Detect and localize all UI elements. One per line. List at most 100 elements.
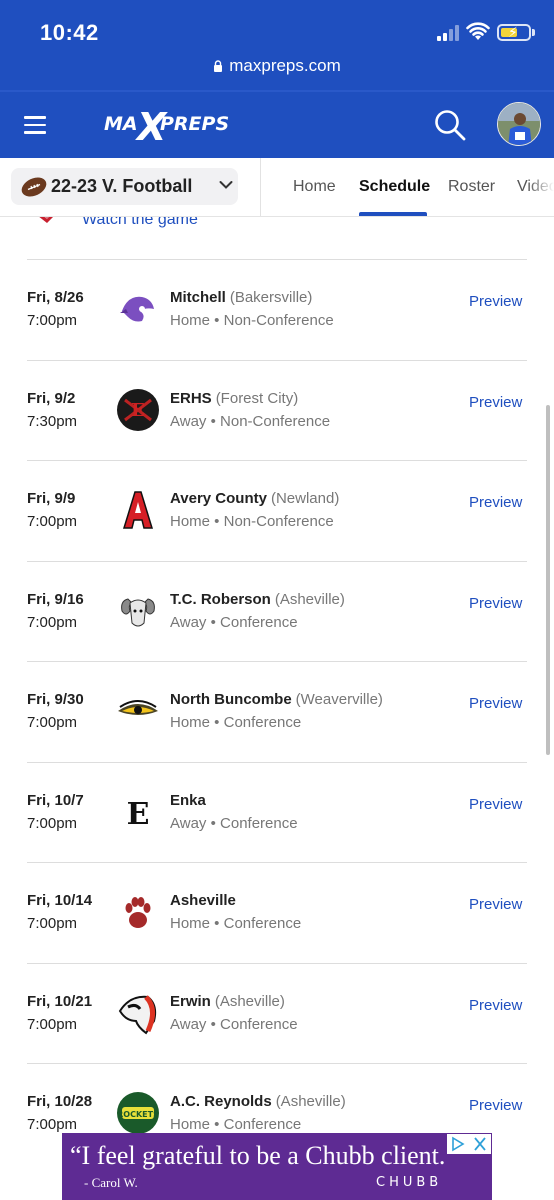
letter-e-logo-icon[interactable]: E (116, 790, 160, 834)
game-location: Home (170, 915, 211, 932)
opponent-city: (Forest City) (215, 390, 299, 407)
scrollbar[interactable] (546, 405, 550, 755)
preview-link[interactable]: Preview (469, 595, 522, 612)
wifi-icon (466, 22, 490, 40)
opponent-city: (Weaverville) (295, 691, 383, 708)
game-time: 7:00pm (27, 614, 78, 631)
opponent-name[interactable]: Asheville (170, 892, 236, 909)
opponent[interactable]: A.C. Reynolds (Asheville) (170, 1093, 346, 1110)
warrior-logo-icon[interactable] (116, 991, 160, 1035)
game-date: Fri, 9/16 (27, 591, 84, 608)
preview-link[interactable]: Preview (469, 796, 522, 813)
separator-dot: • (206, 1016, 221, 1033)
game-time: 7:00pm (27, 1016, 78, 1033)
opponent-city: (Newland) (270, 490, 340, 507)
game-location: Home (170, 1116, 211, 1133)
opponent-name[interactable]: Mitchell (170, 289, 226, 306)
opponent[interactable]: Mitchell (Bakersville) (170, 289, 312, 306)
url-text: maxpreps.com (229, 56, 341, 75)
game-row[interactable]: Fri, 8/26 7:00pm Mitchell (Bakersville) Home… (0, 259, 554, 359)
mountaineer-logo-icon[interactable] (116, 287, 160, 331)
erhs-logo-icon[interactable]: E (116, 388, 160, 432)
game-time: 7:00pm (27, 714, 78, 731)
game-type: Conference (220, 815, 298, 832)
game-info: Away • Conference (170, 815, 298, 832)
opponent[interactable]: Asheville (170, 892, 236, 909)
opponent-name[interactable]: North Buncombe (170, 691, 292, 708)
search-icon[interactable] (434, 109, 466, 141)
opponent[interactable]: T.C. Roberson (Asheville) (170, 591, 345, 608)
tab-schedule[interactable]: Schedule (359, 178, 430, 196)
opponent-city: (Asheville) (274, 591, 345, 608)
maxpreps-logo[interactable]: MA X PREPS (104, 104, 234, 148)
preview-link[interactable]: Preview (469, 997, 522, 1014)
ad-quote: “I feel grateful to be a Chubb client. (70, 1141, 446, 1170)
preview-link[interactable]: Preview (469, 494, 522, 511)
status-time: 10:42 (40, 20, 99, 45)
opponent[interactable]: Erwin (Asheville) (170, 993, 285, 1010)
preview-link[interactable]: Preview (469, 394, 522, 411)
game-row[interactable]: Fri, 9/2 7:30pm E ERHS (Forest City) Away • N… (0, 360, 554, 460)
opponent-city: (Bakersville) (229, 289, 313, 306)
svg-text:PREPS: PREPS (160, 113, 229, 135)
game-row[interactable]: Fri, 9/9 7:00pm Avery County (Newland) Home … (0, 460, 554, 560)
preview-link[interactable]: Preview (469, 293, 522, 310)
game-row[interactable]: Fri, 9/30 7:00pm North Buncombe (Weavervill… (0, 661, 554, 761)
game-info: Home • Conference (170, 1116, 301, 1133)
separator-dot: • (210, 714, 224, 731)
game-type: Conference (223, 915, 302, 932)
tab-home[interactable]: Home (293, 178, 336, 196)
opponent-name[interactable]: Enka (170, 792, 206, 809)
game-location: Home (170, 312, 211, 329)
opponent[interactable]: ERHS (Forest City) (170, 390, 298, 407)
separator-dot: • (210, 1116, 224, 1133)
game-row[interactable]: Fri, 10/21 7:00pm Erwin (Asheville) Away • C… (0, 963, 554, 1063)
url-bar[interactable]: maxpreps.com (0, 56, 554, 76)
opponent-name[interactable]: A.C. Reynolds (170, 1093, 272, 1110)
game-date: Fri, 9/9 (27, 490, 76, 507)
hawkeye-logo-icon[interactable] (116, 689, 160, 733)
game-row[interactable]: Fri, 10/14 7:00pm Asheville Home • Conferen… (0, 862, 554, 962)
hamburger-menu-icon[interactable] (24, 116, 46, 134)
opponent[interactable]: Avery County (Newland) (170, 490, 339, 507)
game-row[interactable]: Fri, 9/16 7:00pm T.C. Roberson (Asheville) A… (0, 561, 554, 661)
opponent-name[interactable]: ERHS (170, 390, 212, 407)
opponent-name[interactable]: Erwin (170, 993, 211, 1010)
separator-dot: • (206, 413, 221, 430)
game-info: Away • Conference (170, 1016, 298, 1033)
svg-text:E: E (131, 400, 145, 421)
team-season-dropdown[interactable]: 22-23 V. Football (11, 168, 238, 205)
opponent-name[interactable]: Avery County (170, 490, 267, 507)
divider (260, 158, 261, 216)
rockets-logo-icon[interactable]: ROCKETS (116, 1091, 160, 1135)
opponent[interactable]: North Buncombe (Weaverville) (170, 691, 383, 708)
watch-game-link[interactable]: Watch the game (82, 217, 198, 229)
battery-icon: ⚡ (497, 24, 531, 41)
watch-game-row[interactable]: Watch the game (0, 217, 554, 259)
preview-link[interactable]: Preview (469, 896, 522, 913)
tab-roster[interactable]: Roster (448, 178, 495, 196)
game-row[interactable]: Fri, 10/7 7:00pm E Enka Away • Conference Pre… (0, 762, 554, 862)
letter-a-logo-icon[interactable] (116, 488, 160, 532)
lock-icon (214, 60, 223, 72)
app-header: MA X PREPS (0, 90, 554, 158)
avatar[interactable] (497, 102, 541, 146)
separator-dot: • (210, 915, 224, 932)
game-date: Fri, 9/30 (27, 691, 84, 708)
paw-logo-icon[interactable] (116, 890, 160, 934)
preview-link[interactable]: Preview (469, 695, 522, 712)
opponent[interactable]: Enka (170, 792, 206, 809)
game-time: 7:00pm (27, 1116, 78, 1133)
ram-logo-icon[interactable] (116, 589, 160, 633)
game-date: Fri, 10/14 (27, 892, 93, 909)
game-time: 7:30pm (27, 413, 78, 430)
game-info: Away • Conference (170, 614, 298, 631)
game-location: Home (170, 714, 211, 731)
game-type: Conference (220, 1016, 298, 1033)
ad-choices-icon[interactable] (447, 1134, 469, 1154)
preview-link[interactable]: Preview (469, 1097, 522, 1114)
ad-close-icon[interactable] (469, 1134, 491, 1154)
ad-banner[interactable]: “I feel grateful to be a Chubb client. -… (62, 1133, 492, 1200)
opponent-name[interactable]: T.C. Roberson (170, 591, 271, 608)
game-type: Conference (220, 614, 298, 631)
